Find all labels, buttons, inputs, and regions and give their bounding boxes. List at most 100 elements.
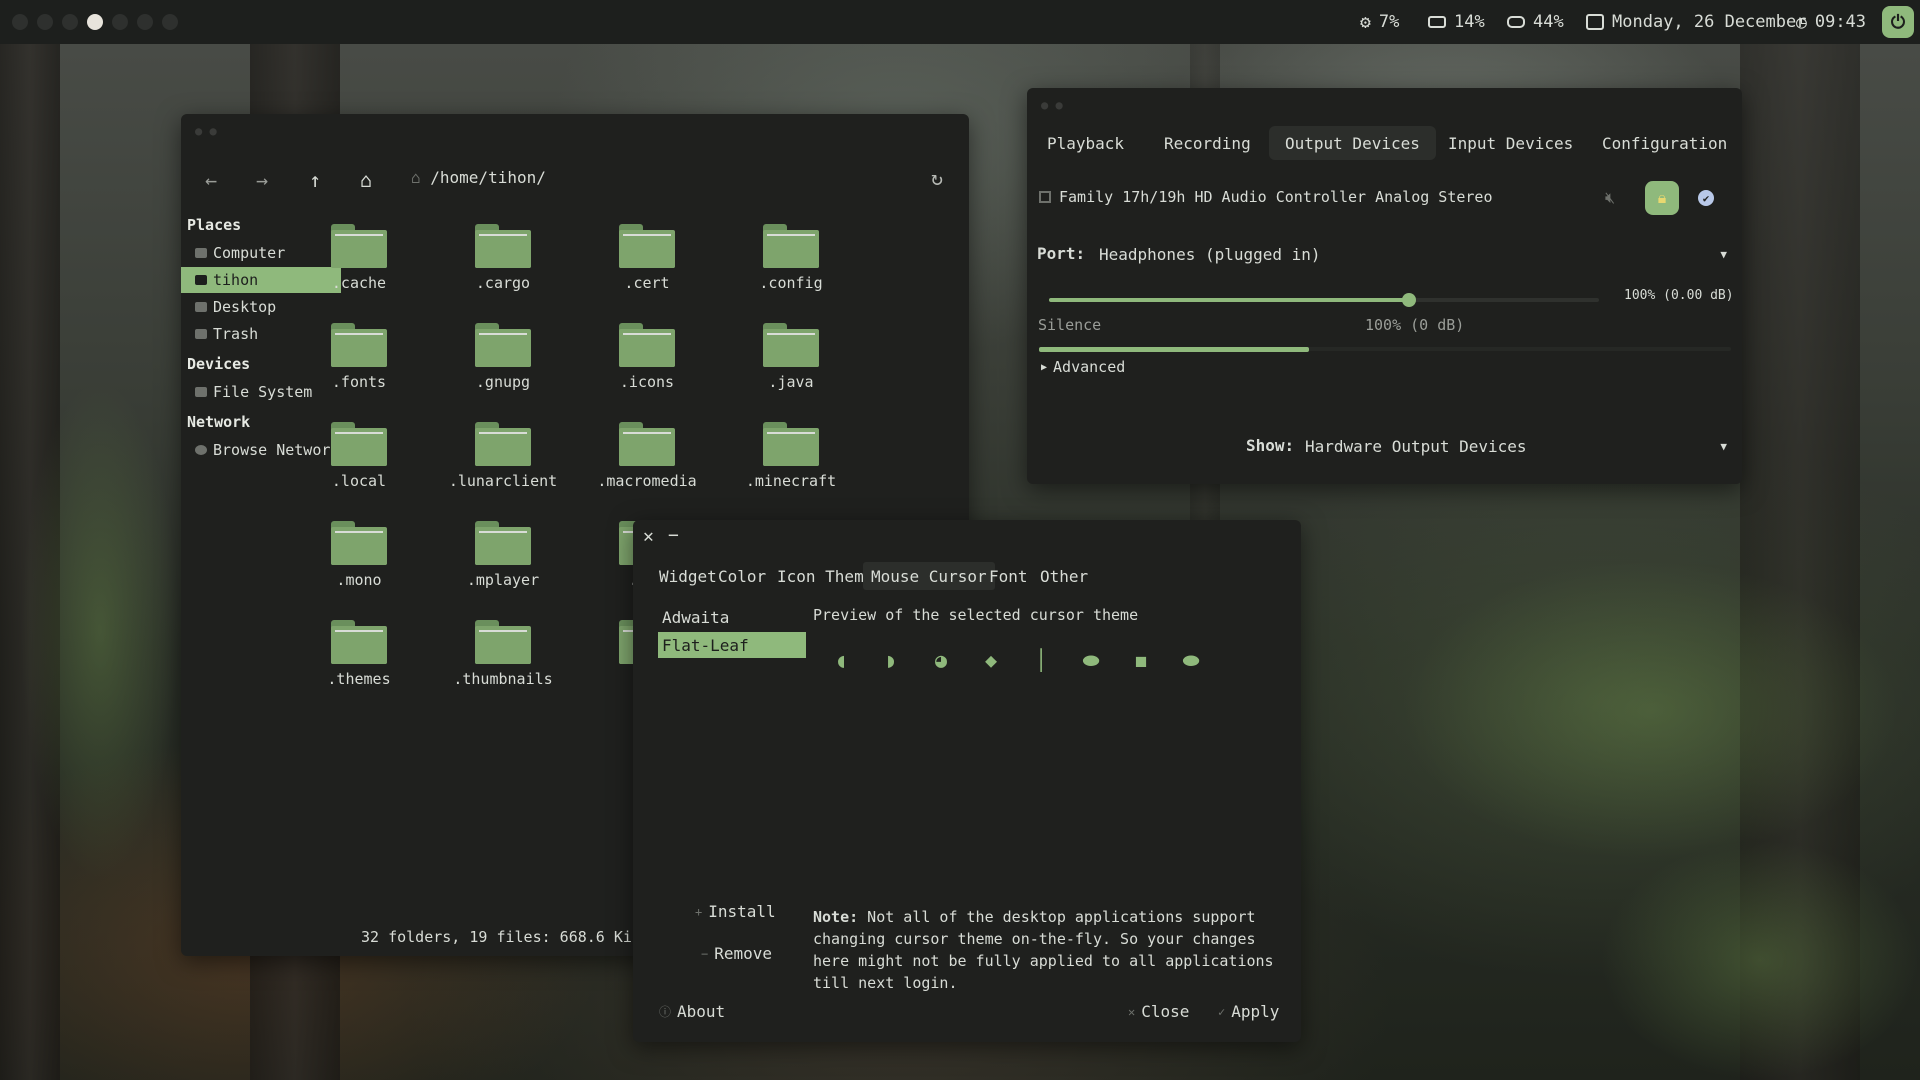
folder-item[interactable]: .fonts xyxy=(299,313,419,405)
preview-label: Preview of the selected cursor theme xyxy=(813,606,1139,624)
remove-button[interactable]: − Remove xyxy=(701,944,772,963)
about-label: About xyxy=(677,1002,726,1021)
tab-mouse-cursor[interactable]: Mouse Cursor xyxy=(863,562,995,590)
folder-item[interactable]: .themes xyxy=(299,610,419,702)
workspace-4[interactable] xyxy=(87,14,103,30)
folder-item[interactable]: .cert xyxy=(587,214,707,306)
arrow-right-icon: → xyxy=(255,168,269,192)
power-button[interactable]: ⏻ xyxy=(1882,6,1914,38)
cpu-value: 7% xyxy=(1378,12,1400,32)
folder-item[interactable]: .cache xyxy=(299,214,419,306)
window-controls[interactable]: ● ● xyxy=(1041,98,1063,112)
port-value: Headphones (plugged in) xyxy=(1099,244,1321,264)
date-indicator[interactable]: Monday, 26 December xyxy=(1586,0,1806,44)
folder-item[interactable]: .lunarclient xyxy=(443,412,563,504)
lock-channels-button[interactable]: 🔒︎ xyxy=(1645,181,1679,215)
cursor-resize-v-icon: ◼ xyxy=(1134,648,1148,672)
note-text: Note: Not all of the desktop application… xyxy=(813,906,1293,994)
cursor-arrow-icon: ◖ xyxy=(834,648,848,672)
show-select[interactable]: Hardware Output Devices ▼ xyxy=(1305,432,1727,460)
apply-button[interactable]: ✓ Apply xyxy=(1218,1002,1279,1021)
folder-item[interactable]: .minecraft xyxy=(731,412,851,504)
sidebar-label: Trash xyxy=(213,325,259,343)
close-label: Close xyxy=(1141,1002,1190,1021)
triangle-right-icon: ▶ xyxy=(1041,361,1048,373)
folder-item[interactable]: .config xyxy=(731,214,851,306)
install-button[interactable]: + Install xyxy=(695,902,776,921)
cursor-resize-diag-icon: ⬬ xyxy=(1182,648,1200,672)
tab-color[interactable]: Color xyxy=(710,562,774,590)
chevron-down-icon: ▼ xyxy=(1720,247,1727,261)
close-button[interactable]: ✕ Close xyxy=(1128,1002,1189,1021)
workspace-3[interactable] xyxy=(62,14,78,30)
date-value: Monday, 26 December xyxy=(1612,12,1807,32)
workspace-7[interactable] xyxy=(162,14,178,30)
folder-item[interactable]: .macromedia xyxy=(587,412,707,504)
note-body: Not all of the desktop applications supp… xyxy=(813,908,1274,992)
drive-icon xyxy=(195,387,207,397)
advanced-expander[interactable]: ▶ Advanced xyxy=(1041,358,1125,376)
folder-item[interactable]: .thumbnails xyxy=(443,610,563,702)
power-icon: ⏻ xyxy=(1890,11,1906,33)
memory-indicator[interactable]: 14% xyxy=(1428,0,1485,44)
minimize-window-button[interactable]: − xyxy=(668,525,679,546)
time-value: 09:43 xyxy=(1814,12,1867,32)
reload-button[interactable]: ↻ xyxy=(931,166,943,190)
default-device-button[interactable]: ✔ xyxy=(1698,190,1714,206)
forward-button[interactable]: → xyxy=(248,166,276,194)
workspace-2[interactable] xyxy=(37,14,53,30)
tab-other[interactable]: Other xyxy=(1032,562,1096,590)
tab-output-devices[interactable]: Output Devices xyxy=(1269,126,1436,160)
devices-heading: Devices xyxy=(187,355,251,373)
folder-icon xyxy=(475,620,531,664)
computer-icon xyxy=(195,248,207,258)
folder-label: .gnupg xyxy=(475,373,531,391)
folder-label: .config xyxy=(759,274,823,292)
path-text: /home/tihon/ xyxy=(430,168,546,187)
minimize-icon: − xyxy=(668,525,679,546)
theme-list-item-flat-leaf[interactable]: Flat-Leaf xyxy=(658,632,806,658)
port-select[interactable]: Headphones (plugged in) ▼ xyxy=(1099,240,1727,268)
folder-label: .cert xyxy=(624,274,670,292)
folder-label: .icons xyxy=(619,373,675,391)
minus-icon: − xyxy=(701,946,709,961)
workspace-1[interactable] xyxy=(12,14,28,30)
advanced-label: Advanced xyxy=(1053,358,1126,376)
home-button[interactable]: ⌂ xyxy=(352,166,380,194)
folder-item[interactable]: .gnupg xyxy=(443,313,563,405)
folder-label: .mplayer xyxy=(466,571,540,589)
theme-list-item-adwaita[interactable]: Adwaita xyxy=(658,604,806,630)
workspace-5[interactable] xyxy=(112,14,128,30)
folder-item[interactable]: .local xyxy=(299,412,419,504)
folder-label: .fonts xyxy=(331,373,387,391)
about-button[interactable]: ⓘ About xyxy=(659,1002,725,1021)
close-window-button[interactable]: ✕ xyxy=(643,526,654,547)
tab-configuration[interactable]: Configuration xyxy=(1586,126,1743,160)
folder-item[interactable]: .java xyxy=(731,313,851,405)
window-controls[interactable]: ● ● xyxy=(195,124,217,138)
clock-indicator[interactable]: ◷ 09:43 xyxy=(1796,0,1866,44)
network-icon xyxy=(195,445,207,455)
workspace-6[interactable] xyxy=(137,14,153,30)
folder-item[interactable]: .mono xyxy=(299,511,419,603)
cpu-indicator[interactable]: ⚙ 7% xyxy=(1360,0,1399,44)
disk-value: 44% xyxy=(1533,12,1564,32)
back-button[interactable]: ← xyxy=(197,166,225,194)
tab-recording[interactable]: Recording xyxy=(1148,126,1267,160)
location-bar[interactable]: ⌂ /home/tihon/ xyxy=(411,168,546,187)
arrow-left-icon: ← xyxy=(204,168,218,192)
check-icon: ✓ xyxy=(1218,1004,1226,1019)
folder-label: .local xyxy=(331,472,387,490)
tab-input-devices[interactable]: Input Devices xyxy=(1432,126,1589,160)
tab-font[interactable]: Font xyxy=(981,562,1036,590)
mute-button[interactable]: 🔇︎ xyxy=(1605,188,1615,208)
volume-slider-handle[interactable] xyxy=(1402,293,1416,307)
volume-value: 100% (0.00 dB) xyxy=(1624,288,1734,303)
disk-indicator[interactable]: 44% xyxy=(1507,0,1564,44)
tab-playback[interactable]: Playback xyxy=(1031,126,1140,160)
up-button[interactable]: ↑ xyxy=(301,166,329,194)
home-icon: ⌂ xyxy=(359,168,373,192)
folder-item[interactable]: .cargo xyxy=(443,214,563,306)
folder-item[interactable]: .mplayer xyxy=(443,511,563,603)
folder-item[interactable]: .icons xyxy=(587,313,707,405)
